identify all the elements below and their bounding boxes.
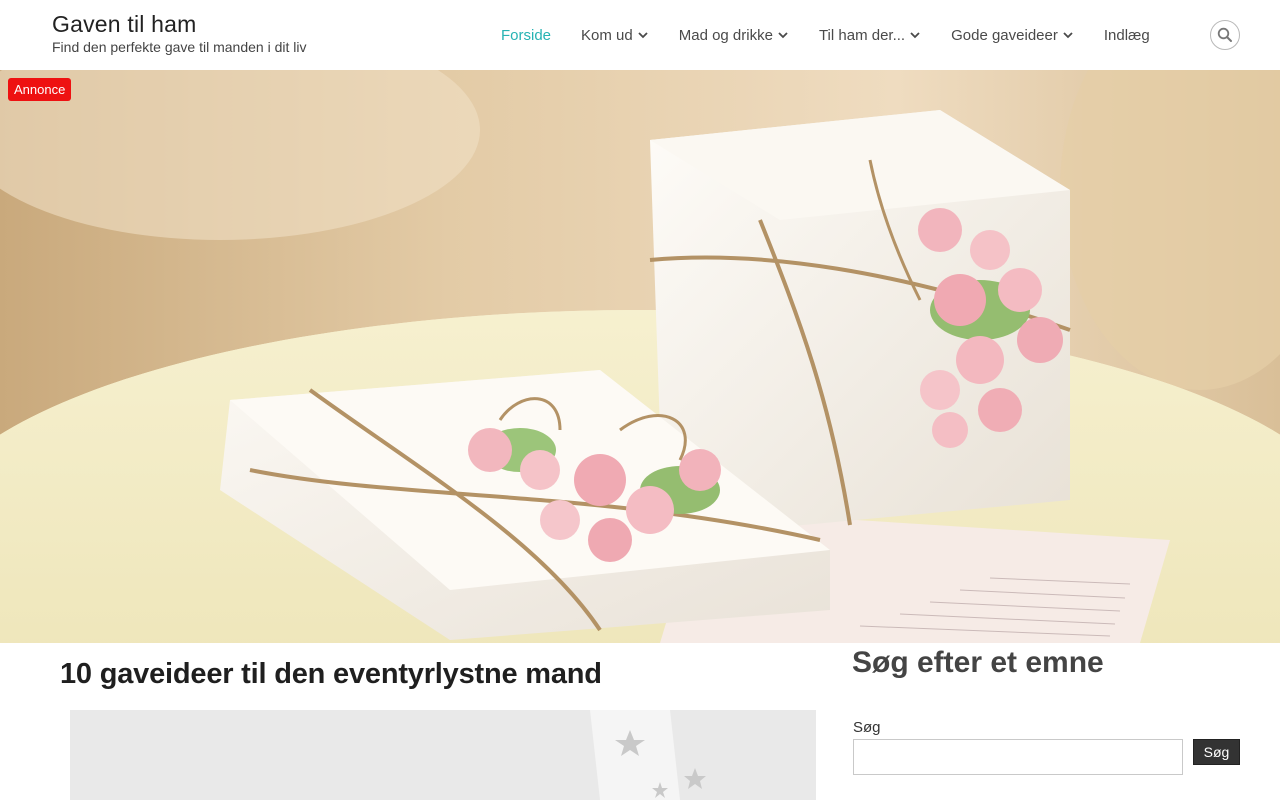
nav-item-indlaeg[interactable]: Indlæg bbox=[1089, 0, 1165, 70]
search-widget-title: Søg efter et emne bbox=[852, 646, 1104, 679]
site-title[interactable]: Gaven til ham bbox=[52, 10, 306, 38]
nav-item-label: Til ham der... bbox=[818, 26, 906, 44]
nav-item-label: Gode gaveideer bbox=[951, 26, 1058, 44]
nav-item-til-ham-der[interactable]: Til ham der... bbox=[804, 0, 936, 70]
search-input[interactable] bbox=[853, 739, 1183, 775]
site-header: Gaven til ham Find den perfekte gave til… bbox=[0, 0, 1280, 70]
chevron-down-icon bbox=[910, 32, 920, 39]
nav-item-label: Forside bbox=[501, 26, 552, 44]
nav-item-mad-og-drikke[interactable]: Mad og drikke bbox=[664, 0, 804, 70]
search-icon bbox=[1217, 27, 1232, 42]
ad-badge[interactable]: Annonce bbox=[8, 78, 72, 101]
main-navigation: Forside Kom ud Mad og drikke Til ham der… bbox=[486, 0, 1165, 70]
nav-item-kom-ud[interactable]: Kom ud bbox=[566, 0, 664, 70]
site-branding: Gaven til ham Find den perfekte gave til… bbox=[52, 10, 306, 55]
search-button[interactable]: Søg bbox=[1193, 739, 1240, 765]
chevron-down-icon bbox=[1063, 32, 1073, 39]
gift-boxes-illustration bbox=[0, 70, 1280, 643]
chevron-down-icon bbox=[778, 32, 788, 39]
search-label: Søg bbox=[853, 719, 881, 736]
nav-item-label: Indlæg bbox=[1103, 26, 1150, 44]
search-toggle-button[interactable] bbox=[1210, 20, 1240, 50]
nav-item-forside[interactable]: Forside bbox=[486, 0, 566, 70]
chevron-down-icon bbox=[638, 32, 648, 39]
nav-item-label: Kom ud bbox=[581, 26, 633, 44]
post-title[interactable]: 10 gaveideer til den eventyrlystne mand bbox=[60, 658, 602, 691]
nav-item-label: Mad og drikke bbox=[678, 26, 773, 44]
hero-image bbox=[0, 70, 1280, 643]
nav-item-gode-gaveideer[interactable]: Gode gaveideer bbox=[936, 0, 1089, 70]
site-description: Find den perfekte gave til manden i dit … bbox=[52, 39, 307, 55]
post-featured-image[interactable] bbox=[70, 710, 816, 800]
post-image-illustration bbox=[70, 710, 816, 800]
